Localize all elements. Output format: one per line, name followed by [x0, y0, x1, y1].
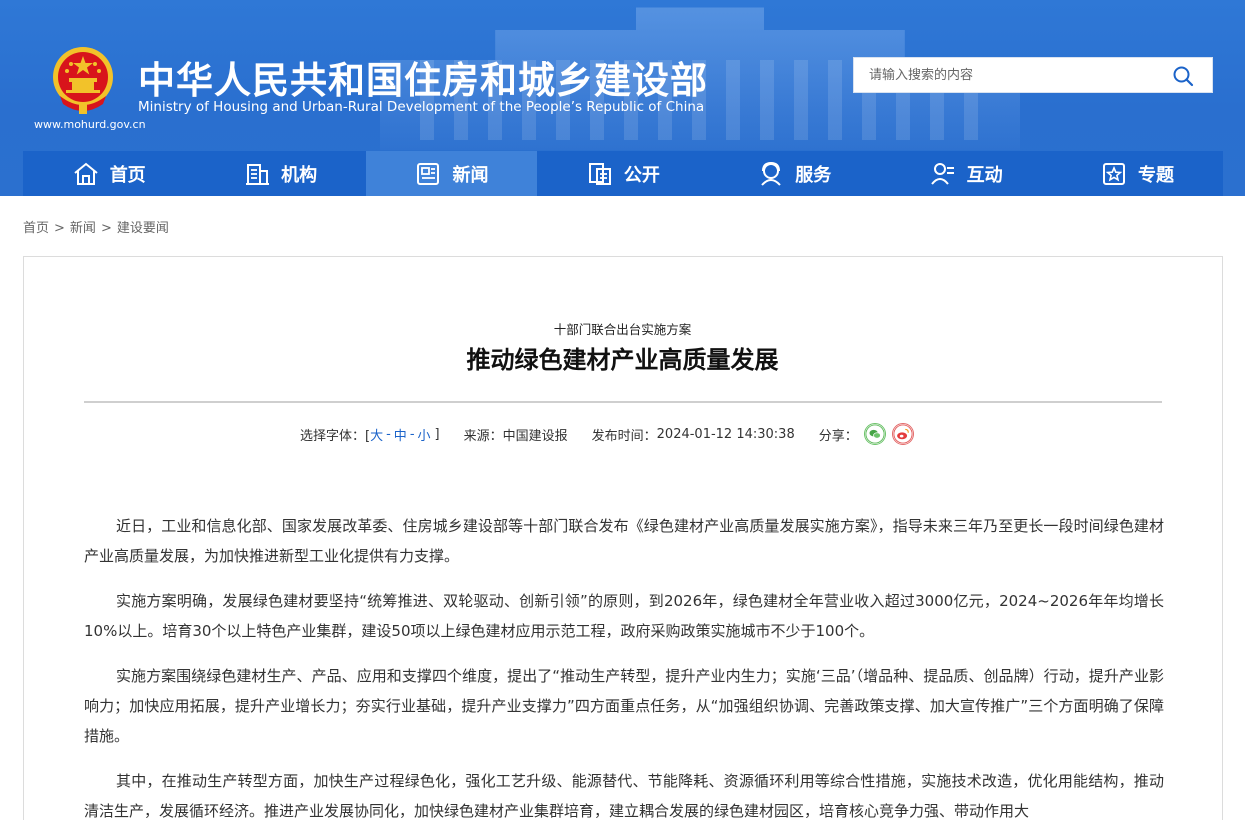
topic-icon [1103, 162, 1126, 185]
search-box [853, 57, 1213, 93]
nav-item-disclosure[interactable]: 公开 [537, 151, 708, 196]
site-subtitle: Ministry of Housing and Urban-Rural Deve… [138, 99, 705, 115]
font-size-close: ] [434, 426, 440, 442]
site-title: 中华人民共和国住房和城乡建设部 [138, 59, 708, 102]
nav-item-label: 新闻 [452, 164, 489, 186]
main-nav: 首页 机构 新闻 公开 服务 互动 专题 [23, 151, 1223, 196]
breadcrumb-current[interactable]: 建设要闻 [117, 221, 169, 236]
font-size-dash: - [386, 426, 391, 442]
breadcrumb-separator: > [100, 221, 112, 236]
nav-item-label: 机构 [281, 164, 318, 186]
nav-item-topic[interactable]: 专题 [1051, 151, 1222, 196]
article-meta: 选择字体：[ 大 - 中 - 小 ] 来源： 中国建设报 发布时间： 2024-… [300, 423, 914, 445]
share-label: 分享： [818, 428, 858, 444]
national-emblem-icon[interactable] [48, 44, 118, 116]
breadcrumb-home[interactable]: 首页 [23, 221, 49, 236]
nav-item-service[interactable]: 服务 [709, 151, 880, 196]
article-paragraph: 其中，在推动生产转型方面，加快生产过程绿色化，强化工艺升级、能源替代、节能降耗、… [84, 772, 1164, 820]
search-input[interactable] [854, 58, 1164, 92]
site-domain: www.mohurd.gov.cn [34, 118, 146, 131]
font-size-label: 选择字体：[ [300, 428, 371, 444]
title-divider [84, 401, 1162, 403]
breadcrumb-news[interactable]: 新闻 [70, 221, 96, 236]
nav-item-home[interactable]: 首页 [23, 151, 194, 196]
font-size-large[interactable]: 大 [370, 425, 383, 444]
publish-time-value: 2024-01-12 14:30:38 [656, 426, 795, 442]
article-paragraph: 近日，工业和信息化部、国家发展改革委、住房城乡建设部等十部门联合发布《绿色建材产… [84, 517, 1164, 565]
home-icon [74, 162, 98, 185]
nav-item-label: 服务 [795, 164, 832, 186]
disclosure-icon [588, 162, 611, 185]
source-value: 中国建设报 [502, 428, 568, 444]
site-header: 中华人民共和国住房和城乡建设部 Ministry of Housing and … [0, 0, 1245, 196]
font-size-dash: - [409, 426, 415, 442]
nav-item-label: 公开 [623, 164, 660, 186]
nav-item-institution[interactable]: 机构 [194, 151, 365, 196]
nav-item-interaction[interactable]: 互动 [880, 151, 1051, 196]
publish-time-label: 发布时间： [591, 428, 657, 444]
article-paragraph: 实施方案明确，发展绿色建材要坚持“统筹推进、双轮驱动、创新引领”的原则，到202… [84, 592, 1164, 640]
font-size-small[interactable]: 小 [418, 425, 431, 444]
nav-item-news[interactable]: 新闻 [365, 151, 538, 196]
wechat-icon[interactable] [863, 423, 886, 445]
interaction-icon [930, 162, 954, 185]
breadcrumb: 首页 > 新闻 > 建设要闻 [23, 217, 169, 236]
article-paragraph: 实施方案围绕绿色建材生产、产品、应用和支撑四个维度，提出了“推动生产转型，提升产… [84, 667, 1164, 745]
nav-item-label: 互动 [966, 164, 1003, 186]
font-size-medium[interactable]: 中 [394, 425, 407, 444]
article-kicker: 十部门联合出台实施方案 [553, 322, 692, 337]
building-icon [246, 163, 270, 185]
article-title: 推动绿色建材产业高质量发展 [466, 346, 779, 374]
news-icon [417, 162, 440, 185]
service-icon [761, 161, 781, 186]
search-icon[interactable] [1172, 65, 1194, 87]
breadcrumb-separator: > [54, 221, 65, 236]
weibo-icon[interactable] [891, 423, 914, 445]
nav-item-label: 专题 [1138, 164, 1175, 186]
nav-item-label: 首页 [109, 164, 146, 186]
source-label: 来源： [463, 428, 503, 444]
